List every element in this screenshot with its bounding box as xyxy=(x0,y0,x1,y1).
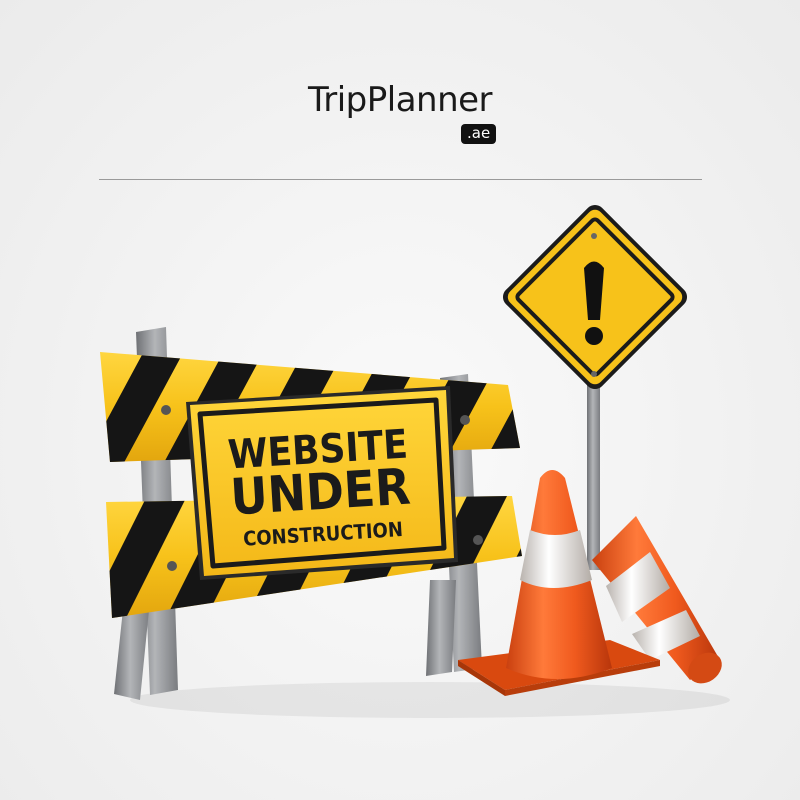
under-construction-page: TripPlanner .ae WEBSITE UNDER CONSTRUCTI… xyxy=(0,0,800,800)
notice-line-2: UNDER xyxy=(229,458,412,527)
warning-sign-icon xyxy=(502,204,688,570)
notice-text: WEBSITE UNDER CONSTRUCTION xyxy=(227,422,412,551)
construction-illustration: WEBSITE UNDER CONSTRUCTION xyxy=(100,204,730,718)
